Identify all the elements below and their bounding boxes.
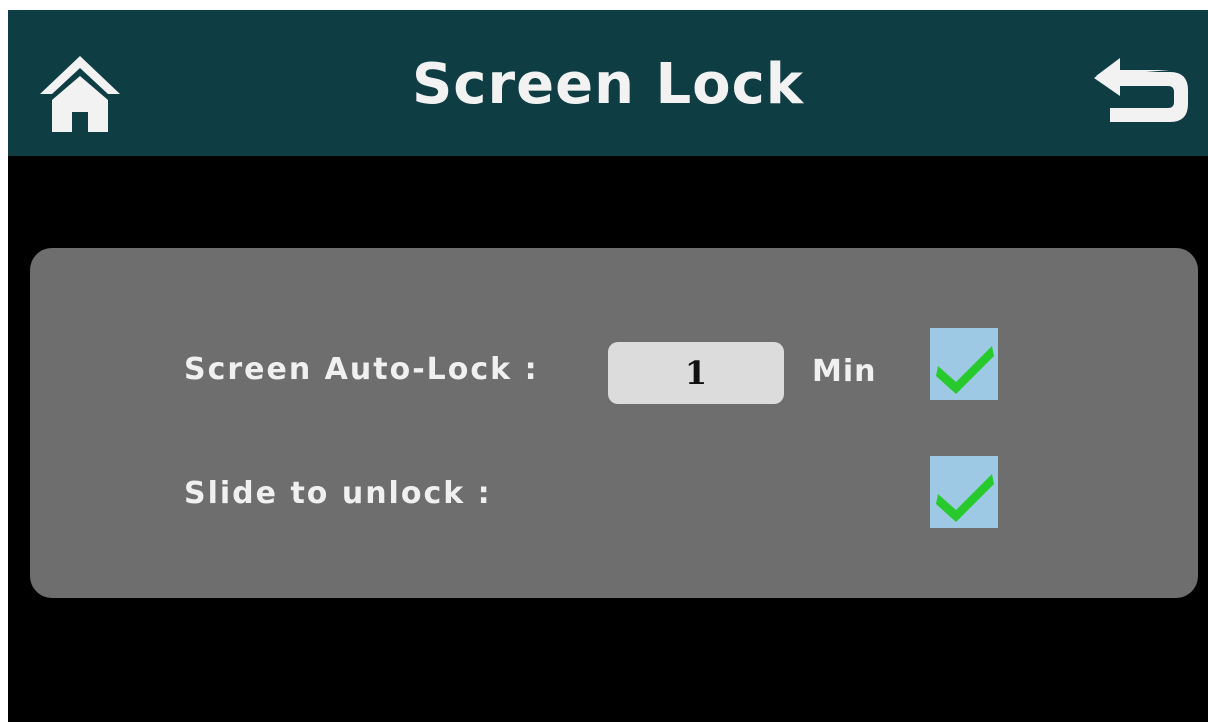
screen-auto-lock-label: Screen Auto-Lock : [184, 352, 539, 387]
page-title: Screen Lock [411, 52, 805, 117]
auto-lock-minutes-input[interactable]: 1 [608, 342, 784, 404]
minutes-unit-label: Min [812, 354, 877, 389]
return-arrow-icon [1094, 58, 1188, 122]
header-bar: Screen Lock [8, 10, 1208, 156]
settings-panel: Screen Auto-Lock : 1 Min Slide to unlock… [30, 248, 1198, 598]
auto-lock-checkbox[interactable] [930, 328, 998, 400]
slide-to-unlock-checkbox[interactable] [930, 456, 998, 528]
back-button[interactable] [1090, 58, 1190, 128]
screen: Screen Lock Screen Auto-Lock : 1 Min Sli… [8, 10, 1208, 722]
checkmark-icon [936, 346, 994, 394]
checkmark-icon [936, 474, 994, 522]
slide-to-unlock-label: Slide to unlock : [184, 476, 492, 511]
